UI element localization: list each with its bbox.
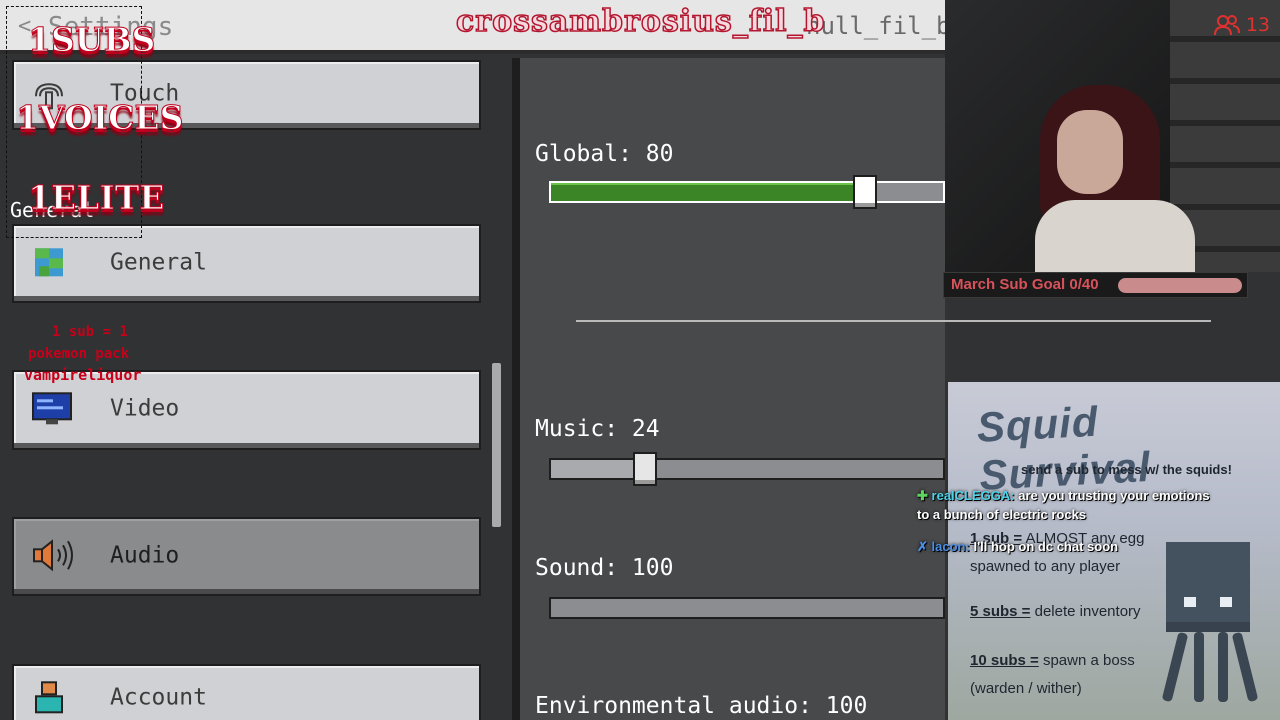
sub-goal-widget: March Sub Goal 0/40 — [943, 272, 1248, 298]
squid-panel-subtitle: send a sub to mess w/ the squids! — [1021, 462, 1232, 477]
person-icon — [35, 681, 63, 714]
chat-text: are you trusting your emotions — [1018, 488, 1210, 503]
music-volume-knob[interactable] — [633, 452, 657, 486]
environmental-audio-label: Environmental audio: 100 — [535, 693, 868, 719]
streamer-body — [1035, 200, 1195, 272]
chat-username: lacon: — [931, 539, 970, 554]
squid-eye-right — [1220, 597, 1232, 607]
music-volume-fill — [551, 460, 645, 478]
pokemon-overlay-line3: vampireliquor — [24, 366, 142, 384]
sidebar-item-label: Audio — [110, 542, 180, 569]
grass-globe-icon — [35, 247, 63, 276]
monitor-icon — [32, 392, 72, 425]
sub-goal-label: March Sub Goal 0/40 — [951, 276, 1099, 293]
squid-illustration — [1166, 542, 1250, 632]
sidebar-scrollbar[interactable] — [492, 363, 501, 527]
sidebar-item-label: Video — [110, 395, 180, 422]
pokemon-overlay-line1: 1 sub = 1 — [52, 324, 128, 340]
viewer-count: 13 — [1213, 14, 1270, 36]
global-volume-knob[interactable] — [853, 175, 877, 209]
rule-1-line2: spawned to any player — [970, 558, 1121, 575]
users-icon — [1213, 15, 1240, 36]
squid-eye-left — [1184, 597, 1196, 607]
squid-tentacle — [1161, 631, 1189, 703]
chat-text: I'll hop on dc chat soon — [973, 539, 1119, 554]
music-volume-slider[interactable] — [549, 452, 945, 486]
squid-tentacle — [1194, 632, 1204, 702]
subs-overlay-text: 1SUBS — [27, 20, 156, 60]
rule-3-count: 10 subs = — [970, 652, 1039, 669]
sidebar-item-audio[interactable]: Audio — [12, 517, 481, 596]
music-volume-label: Music: 24 — [535, 416, 660, 442]
rule-3-line2: (warden / wither) — [970, 680, 1082, 697]
sound-volume-slider[interactable] — [549, 597, 945, 619]
rule-2-count: 5 subs = — [970, 603, 1031, 620]
sound-volume-label: Sound: 100 — [535, 555, 674, 581]
squid-panel-title: Squid Survival — [975, 397, 1152, 499]
streamer-name-overlay: crossambrosius_fil_b — [456, 4, 826, 39]
sub-goal-progress — [1118, 278, 1242, 293]
chat-username: realCLEGGA: — [931, 488, 1015, 503]
voices-overlay-text: 1VOICES — [15, 98, 184, 138]
squid-tentacle — [1218, 632, 1228, 702]
streamer-face — [1057, 110, 1123, 194]
webcam-feed: 13 — [945, 0, 1280, 272]
global-volume-fill — [551, 183, 865, 201]
elite-overlay-text: 1ELITE — [27, 178, 165, 218]
chat-message-continued: to a bunch of electric rocks — [917, 507, 1087, 522]
viewer-count-value: 13 — [1245, 14, 1270, 36]
sidebar-item-account[interactable]: Account — [12, 664, 481, 720]
chat-message: ✚ realCLEGGA: are you trusting your emot… — [917, 488, 1210, 504]
speaker-icon — [33, 538, 73, 571]
rule-3-line1: 10 subs = spawn a boss — [970, 652, 1135, 669]
rule-2: 5 subs = delete inventory — [970, 603, 1141, 620]
rule-3-text: spawn a boss — [1042, 652, 1135, 669]
chat-message: ✗ lacon: I'll hop on dc chat soon — [917, 539, 1118, 555]
sidebar-item-label: General — [110, 249, 207, 276]
section-separator — [576, 320, 1211, 322]
squid-tentacle — [1231, 631, 1259, 703]
global-volume-label: Global: 80 — [535, 141, 674, 167]
rule-2-text: delete inventory — [1034, 603, 1141, 620]
chat-badge-icon: ✚ — [917, 488, 928, 503]
pokemon-overlay-line2: pokemon pack — [28, 346, 130, 362]
chat-badge-icon: ✗ — [917, 539, 928, 554]
panel-divider — [512, 58, 520, 720]
sidebar-item-label: Account — [110, 684, 207, 711]
global-volume-slider[interactable] — [549, 175, 945, 209]
